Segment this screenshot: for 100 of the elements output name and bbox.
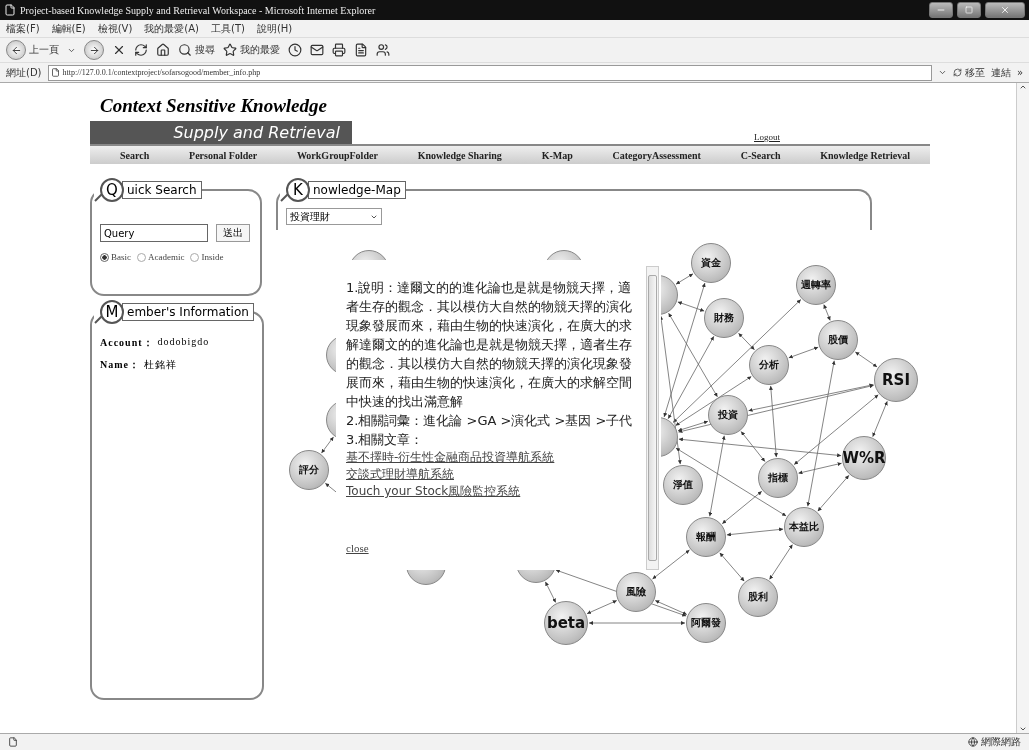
- graph-node[interactable]: 週轉率: [796, 265, 836, 305]
- connector-arrow: [719, 552, 745, 582]
- field-value: 杜銘祥: [144, 358, 177, 372]
- address-field[interactable]: http://127.0.0.1/contextproject/sofarsogood/member_info.php: [47, 64, 932, 81]
- graph-node[interactable]: 阿爾發: [686, 603, 726, 643]
- popup-text: 2.相關詞彙：進化論 >GA >演化式 >基因 >子代: [346, 412, 634, 430]
- star-icon: [223, 43, 237, 57]
- close-button[interactable]: [985, 2, 1025, 18]
- nav-link[interactable]: K-Map: [541, 149, 573, 161]
- title-initial: M: [100, 300, 124, 324]
- scroll-down-icon[interactable]: [1019, 725, 1027, 733]
- close-icon: [1000, 5, 1010, 15]
- graph-node[interactable]: 財務: [704, 298, 744, 338]
- graph-node[interactable]: 分析: [749, 345, 789, 385]
- popup-scrollbar[interactable]: [646, 266, 659, 570]
- submit-button[interactable]: 送出: [216, 224, 250, 242]
- popup-text: 3.相關文章：: [346, 431, 425, 449]
- radio-button[interactable]: [190, 252, 200, 262]
- graph-node[interactable]: 本益比: [784, 507, 824, 547]
- article-link[interactable]: 基不擇時-衍生性金融商品投資導航系統: [346, 449, 638, 466]
- menu-item[interactable]: 檔案(F): [6, 21, 40, 36]
- page-scrollbar[interactable]: [1016, 83, 1029, 733]
- graph-node[interactable]: 風險: [616, 572, 656, 612]
- edit-icon[interactable]: [354, 43, 368, 57]
- graph-node[interactable]: RSI: [874, 358, 918, 402]
- graph-node[interactable]: 評分: [289, 450, 329, 490]
- radio-label: Inside: [201, 252, 224, 262]
- field-label: Name：: [100, 358, 140, 372]
- title-initial: Q: [100, 178, 124, 202]
- links-label[interactable]: 連結: [990, 65, 1011, 80]
- menu-item[interactable]: 編輯(E): [51, 21, 86, 36]
- back-button[interactable]: 上一頁: [6, 40, 59, 60]
- connector-arrow: [726, 527, 784, 537]
- field-value: dodobigdo: [157, 336, 210, 349]
- zone-label: 網際網路: [981, 735, 1021, 749]
- scroll-up-icon[interactable]: [1019, 83, 1027, 91]
- radio-label: Academic: [148, 252, 185, 262]
- nav-link[interactable]: Knowledge Retrieval: [820, 149, 910, 161]
- connector-arrow: [321, 436, 334, 454]
- graph-node[interactable]: 股價: [818, 320, 858, 360]
- nav-link[interactable]: Personal Folder: [189, 149, 258, 161]
- graph-node[interactable]: 指標: [758, 458, 798, 498]
- history-icon[interactable]: [288, 43, 302, 57]
- graph-node[interactable]: beta: [544, 601, 588, 645]
- logout-link[interactable]: Logout: [754, 132, 780, 142]
- page-icon: [8, 737, 18, 747]
- print-icon[interactable]: [332, 43, 346, 57]
- menu-item[interactable]: 工具(T): [211, 21, 245, 36]
- connector-arrow: [823, 304, 831, 321]
- maximize-button[interactable]: [957, 2, 981, 18]
- query-field[interactable]: Query: [100, 224, 208, 242]
- radio-button[interactable]: [100, 252, 109, 262]
- more-links[interactable]: »: [1016, 67, 1023, 78]
- field-label: Account：: [100, 336, 154, 350]
- search-button[interactable]: 搜尋: [178, 43, 215, 57]
- minimize-button[interactable]: [929, 2, 953, 18]
- forward-icon[interactable]: [84, 40, 104, 60]
- article-link[interactable]: 交談式理財導航系統: [346, 466, 638, 483]
- category-select[interactable]: 投資理財: [286, 208, 382, 225]
- menu-item[interactable]: 檢視(V): [97, 21, 133, 36]
- menu-item[interactable]: 說明(H): [256, 21, 293, 36]
- page-icon: [50, 68, 60, 77]
- address-label: 網址(D): [6, 65, 42, 80]
- page-icon: [4, 4, 16, 16]
- stop-icon[interactable]: [112, 43, 126, 57]
- nav-link[interactable]: WorkGroupFolder: [296, 149, 378, 161]
- nav-link[interactable]: Knowledge Sharing: [417, 149, 502, 161]
- close-link[interactable]: close: [346, 539, 638, 558]
- popup-text: 1.說明：達爾文的的進化論也是就是物競天擇，適者生存的觀念．其以模仿大自然的物競天擇的演化現象發展而來，藉由生物的快速演化，在廣大的求解達爾文的的進化論也是就是物競天擇，適者生存的觀念．其以模仿大自然的物競天擇的演化現象發展而來，藉由生物的快速演化，在廣大的求解空間中快速的找出滿意解: [346, 279, 633, 411]
- globe-icon: [968, 737, 978, 747]
- caret-icon[interactable]: [937, 68, 947, 77]
- connector-arrow: [854, 351, 878, 368]
- go-button[interactable]: 移至: [952, 66, 985, 79]
- graph-node[interactable]: 股利: [738, 577, 778, 617]
- graph-node[interactable]: 投資: [708, 395, 748, 435]
- mail-icon[interactable]: [310, 43, 324, 57]
- graph-node[interactable]: W%R: [842, 436, 886, 480]
- panel-title: uick Search: [122, 181, 202, 199]
- scroll-thumb[interactable]: [648, 275, 657, 561]
- home-icon[interactable]: [156, 43, 170, 57]
- menu-item[interactable]: 我的最愛(A): [144, 21, 199, 36]
- graph-node[interactable]: 報酬: [686, 517, 726, 557]
- nav-link[interactable]: Search: [120, 149, 150, 161]
- nav-link[interactable]: C-Search: [740, 149, 781, 161]
- panel-title: ember's Information: [122, 303, 254, 321]
- radio-label: Basic: [111, 252, 131, 262]
- messenger-icon[interactable]: [376, 43, 390, 57]
- site-logo: Context Sensitive Knowledge Supply and Retrieval: [90, 91, 352, 144]
- window-title: Project-based Knowledge Supply and Retrieval Workspace - Microsoft Internet Explorer: [20, 4, 377, 16]
- search-icon: [178, 43, 192, 57]
- favorites-button[interactable]: 我的最愛: [223, 43, 280, 57]
- graph-node[interactable]: 淨值: [663, 465, 703, 505]
- refresh-icon[interactable]: [134, 43, 148, 57]
- radio-button[interactable]: [137, 252, 146, 262]
- article-link[interactable]: Touch your Stock風險監控系統: [346, 483, 638, 500]
- graph-node[interactable]: 資金: [691, 243, 731, 283]
- maximize-icon: [965, 6, 973, 14]
- panel-title: nowledge-Map: [308, 181, 406, 199]
- nav-link[interactable]: CategoryAssessment: [612, 149, 701, 161]
- go-icon: [952, 68, 962, 77]
